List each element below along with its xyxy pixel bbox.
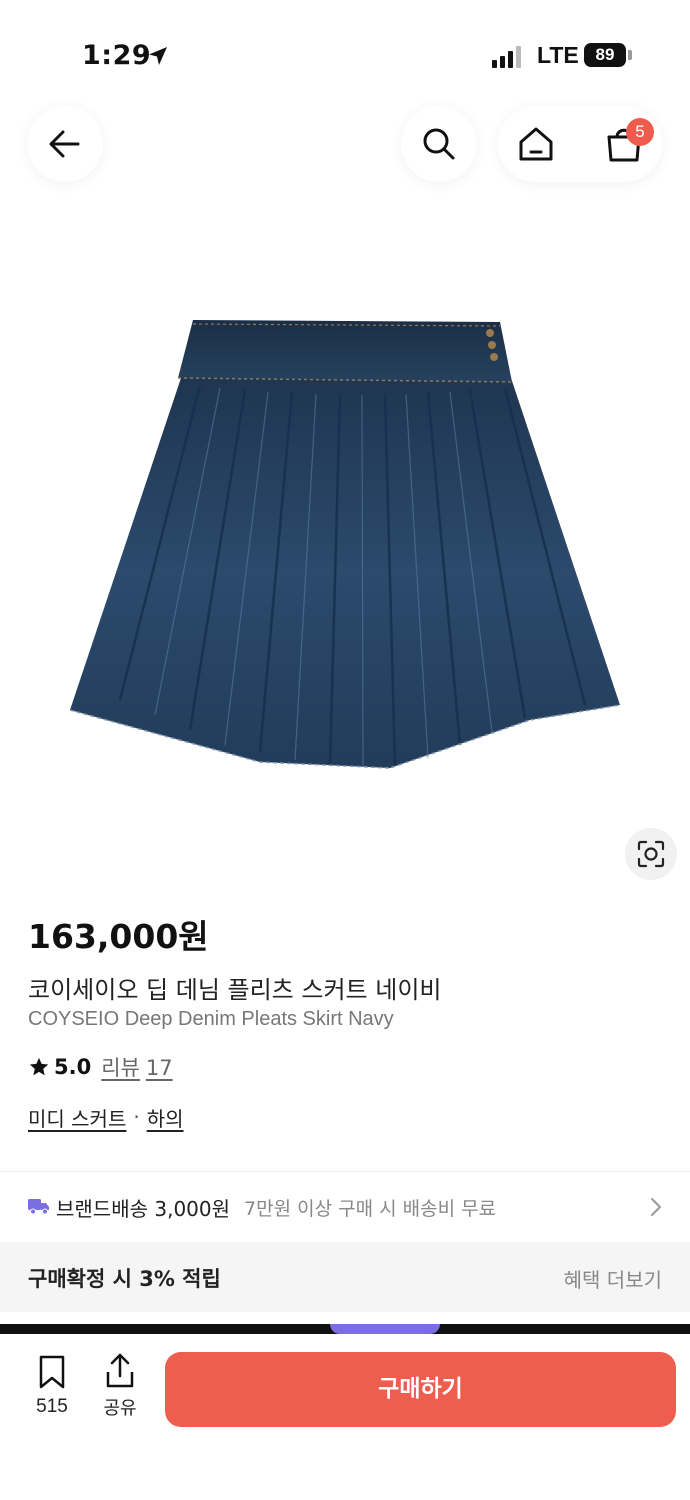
truck-icon	[28, 1199, 49, 1215]
star-icon	[29, 1057, 49, 1076]
location-arrow-icon	[149, 47, 167, 65]
arrow-left-icon	[49, 130, 80, 158]
product-title: 코이세이오 딥 데님 플리츠 스커트 네이비	[28, 976, 442, 1004]
shipping-row[interactable]: 브랜드배송 3,000원 7만원 이상 구매 시 배송비 무료	[0, 1172, 690, 1242]
share-icon	[106, 1353, 134, 1388]
review-count: 17	[145, 1056, 173, 1080]
rating-row: 5.0 리뷰 17	[28, 1052, 173, 1082]
buy-button[interactable]: 구매하기	[165, 1352, 676, 1427]
review-label: 리뷰	[101, 1056, 140, 1080]
status-bar: 1:29 LTE 89	[0, 0, 690, 110]
product-title-en: COYSEIO Deep Denim Pleats Skirt Navy	[28, 1008, 394, 1030]
chevron-right-icon	[651, 1198, 661, 1216]
category-breadcrumb: 미디 스커트 · 하의	[28, 1102, 184, 1132]
search-icon	[423, 128, 455, 160]
benefit-label: 구매확정 시 3% 적립	[28, 1267, 221, 1291]
network-label: LTE	[537, 42, 579, 68]
bookmark-icon	[39, 1355, 65, 1389]
bookmark-count: 515	[36, 1396, 68, 1417]
signal-icon	[492, 44, 524, 68]
bottom-action-bar: 515 공유 구매하기	[0, 1334, 690, 1500]
share-button[interactable]: 공유	[96, 1352, 144, 1420]
cart-badge: 5	[626, 118, 654, 146]
content-peek	[0, 1324, 690, 1334]
benefit-more-link[interactable]: 혜택 더보기	[564, 1264, 662, 1293]
bookmark-button[interactable]: 515	[30, 1354, 74, 1418]
home-button[interactable]	[514, 122, 558, 166]
category-separator: ·	[133, 1105, 140, 1129]
category-link-primary[interactable]: 미디 스커트	[28, 1103, 126, 1132]
status-time: 1:29	[82, 40, 152, 71]
product-image[interactable]	[60, 300, 630, 780]
rating-value: 5.0	[54, 1055, 92, 1079]
back-button[interactable]	[27, 106, 103, 182]
shipping-label: 브랜드배송 3,000원	[56, 1197, 231, 1221]
battery-tip	[628, 50, 632, 60]
battery-icon: 89	[584, 43, 626, 67]
product-price: 163,000원	[28, 917, 209, 956]
share-label: 공유	[103, 1398, 137, 1419]
category-link-secondary[interactable]: 하의	[147, 1103, 184, 1132]
camera-lens-icon	[637, 840, 665, 868]
home-icon	[519, 127, 553, 161]
benefit-row: 구매확정 시 3% 적립 혜택 더보기	[0, 1242, 690, 1312]
shipping-note: 7만원 이상 구매 시 배송비 무료	[244, 1198, 497, 1220]
image-search-button[interactable]	[625, 828, 677, 880]
search-button[interactable]	[401, 106, 477, 182]
review-link[interactable]: 리뷰 17	[101, 1052, 172, 1082]
